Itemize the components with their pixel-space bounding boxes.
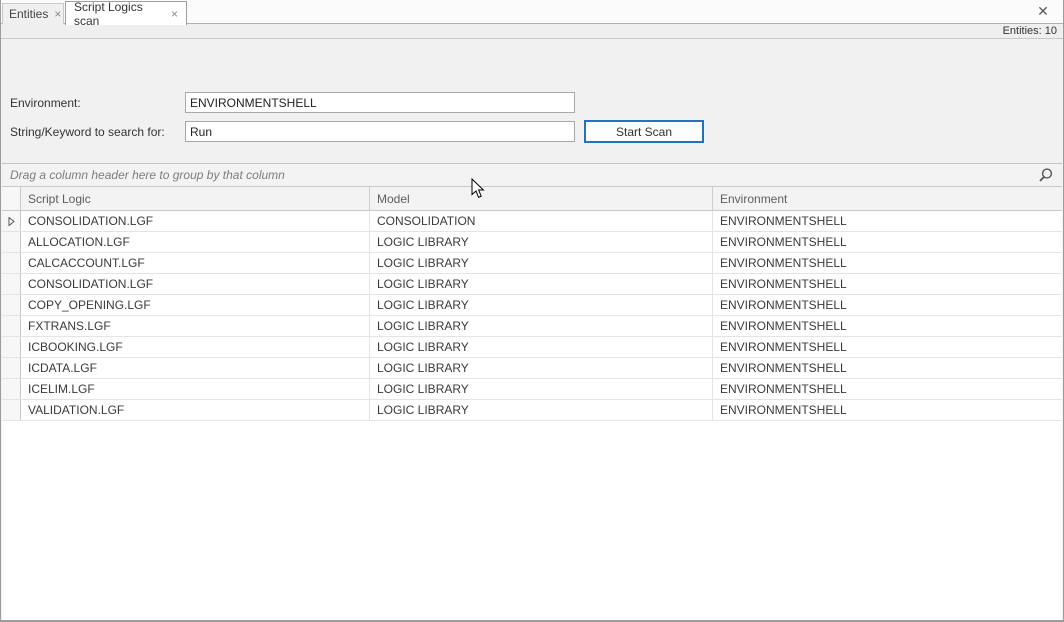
environment-label: Environment:: [10, 96, 81, 110]
row-indicator: [2, 337, 21, 357]
table-row[interactable]: ICELIM.LGFLOGIC LIBRARYENVIRONMENTSHELL: [2, 379, 1062, 400]
focused-row-indicator-icon: [2, 211, 21, 231]
table-row[interactable]: FXTRANS.LGFLOGIC LIBRARYENVIRONMENTSHELL: [2, 316, 1062, 337]
row-indicator: [2, 379, 21, 399]
cell-script-logic[interactable]: ICBOOKING.LGF: [21, 337, 370, 357]
environment-input[interactable]: [185, 92, 575, 113]
row-indicator-header: [2, 187, 21, 210]
entities-count-badge: Entities: 10: [1003, 25, 1057, 37]
cell-environment[interactable]: ENVIRONMENTSHELL: [713, 253, 1062, 273]
row-indicator: [2, 295, 21, 315]
cell-model[interactable]: CONSOLIDATION: [370, 211, 713, 231]
cell-model[interactable]: LOGIC LIBRARY: [370, 400, 713, 420]
tab-script-logics-scan-label: Script Logics scan: [74, 0, 165, 28]
cell-script-logic[interactable]: ALLOCATION.LGF: [21, 232, 370, 252]
cell-script-logic[interactable]: VALIDATION.LGF: [21, 400, 370, 420]
cell-model[interactable]: LOGIC LIBRARY: [370, 337, 713, 357]
column-header-environment[interactable]: Environment: [713, 187, 1062, 210]
cell-model[interactable]: LOGIC LIBRARY: [370, 253, 713, 273]
cell-script-logic[interactable]: FXTRANS.LGF: [21, 316, 370, 336]
cell-environment[interactable]: ENVIRONMENTSHELL: [713, 379, 1062, 399]
group-by-panel[interactable]: Drag a column header here to group by th…: [2, 164, 1062, 187]
cell-script-logic[interactable]: COPY_OPENING.LGF: [21, 295, 370, 315]
search-icon[interactable]: [1037, 167, 1054, 184]
cell-model[interactable]: LOGIC LIBRARY: [370, 232, 713, 252]
cell-model[interactable]: LOGIC LIBRARY: [370, 379, 713, 399]
row-indicator: [2, 253, 21, 273]
tab-entities-close-icon[interactable]: ×: [48, 8, 61, 20]
start-scan-button[interactable]: Start Scan: [584, 120, 704, 143]
row-indicator: [2, 274, 21, 294]
table-row[interactable]: CONSOLIDATION.LGFLOGIC LIBRARYENVIRONMEN…: [2, 274, 1062, 295]
cell-model[interactable]: LOGIC LIBRARY: [370, 316, 713, 336]
cell-environment[interactable]: ENVIRONMENTSHELL: [713, 358, 1062, 378]
table-row[interactable]: ALLOCATION.LGFLOGIC LIBRARYENVIRONMENTSH…: [2, 232, 1062, 253]
results-grid: Drag a column header here to group by th…: [2, 163, 1062, 620]
cell-environment[interactable]: ENVIRONMENTSHELL: [713, 400, 1062, 420]
cell-script-logic[interactable]: CALCACCOUNT.LGF: [21, 253, 370, 273]
table-row[interactable]: ICBOOKING.LGFLOGIC LIBRARYENVIRONMENTSHE…: [2, 337, 1062, 358]
cell-environment[interactable]: ENVIRONMENTSHELL: [713, 316, 1062, 336]
row-indicator: [2, 358, 21, 378]
tab-script-logics-scan-close-icon[interactable]: ×: [165, 8, 178, 20]
table-row[interactable]: VALIDATION.LGFLOGIC LIBRARYENVIRONMENTSH…: [2, 400, 1062, 421]
cell-environment[interactable]: ENVIRONMENTSHELL: [713, 337, 1062, 357]
scan-panel: Environment: String/Keyword to search fo…: [1, 39, 1063, 620]
row-indicator: [2, 400, 21, 420]
cell-script-logic[interactable]: ICELIM.LGF: [21, 379, 370, 399]
column-header-script-logic[interactable]: Script Logic: [21, 187, 370, 210]
cell-model[interactable]: LOGIC LIBRARY: [370, 358, 713, 378]
column-header-model[interactable]: Model: [370, 187, 713, 210]
tab-entities[interactable]: Entities ×: [2, 3, 64, 24]
keyword-label: String/Keyword to search for:: [10, 125, 165, 139]
table-row[interactable]: COPY_OPENING.LGFLOGIC LIBRARYENVIRONMENT…: [2, 295, 1062, 316]
table-row[interactable]: CALCACCOUNT.LGFLOGIC LIBRARYENVIRONMENTS…: [2, 253, 1062, 274]
tab-entities-label: Entities: [9, 7, 48, 21]
app-window: Entities × Script Logics scan × ✕ Entiti…: [0, 0, 1064, 622]
cell-environment[interactable]: ENVIRONMENTSHELL: [713, 211, 1062, 231]
pane-close-icon[interactable]: ✕: [1035, 3, 1051, 19]
table-row[interactable]: CONSOLIDATION.LGFCONSOLIDATIONENVIRONMEN…: [2, 211, 1062, 232]
tab-strip: Entities × Script Logics scan × ✕: [1, 0, 1063, 24]
tab-script-logics-scan[interactable]: Script Logics scan ×: [65, 1, 187, 25]
grid-rows: CONSOLIDATION.LGFCONSOLIDATIONENVIRONMEN…: [2, 211, 1062, 421]
cell-script-logic[interactable]: ICDATA.LGF: [21, 358, 370, 378]
group-by-hint: Drag a column header here to group by th…: [10, 168, 285, 182]
cell-model[interactable]: LOGIC LIBRARY: [370, 274, 713, 294]
row-indicator: [2, 316, 21, 336]
cell-environment[interactable]: ENVIRONMENTSHELL: [713, 295, 1062, 315]
grid-header-row: Script Logic Model Environment: [2, 187, 1062, 211]
cell-script-logic[interactable]: CONSOLIDATION.LGF: [21, 211, 370, 231]
cell-environment[interactable]: ENVIRONMENTSHELL: [713, 232, 1062, 252]
cell-environment[interactable]: ENVIRONMENTSHELL: [713, 274, 1062, 294]
cell-script-logic[interactable]: CONSOLIDATION.LGF: [21, 274, 370, 294]
cell-model[interactable]: LOGIC LIBRARY: [370, 295, 713, 315]
keyword-input[interactable]: [185, 121, 575, 142]
row-indicator: [2, 232, 21, 252]
table-row[interactable]: ICDATA.LGFLOGIC LIBRARYENVIRONMENTSHELL: [2, 358, 1062, 379]
